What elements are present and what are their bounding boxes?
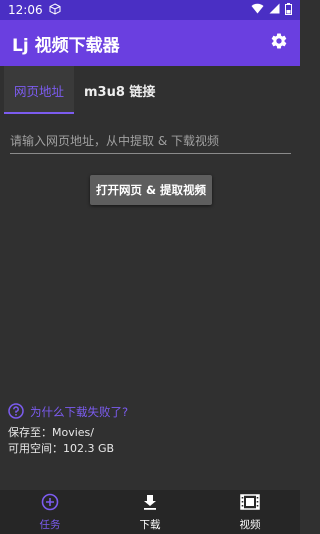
tab-label: m3u8 链接 [84, 84, 156, 100]
nav-label: 下载 [139, 518, 161, 531]
battery-icon [285, 2, 292, 18]
url-input[interactable] [10, 132, 291, 154]
nav-downloads[interactable]: 下载 [100, 490, 200, 534]
nav-videos[interactable]: 视频 [200, 490, 300, 534]
nav-tasks[interactable]: 任务 [0, 490, 100, 534]
status-time: 12:06 [8, 3, 43, 17]
settings-button[interactable] [268, 32, 290, 54]
nav-label: 任务 [39, 518, 61, 531]
tab-bar: 网页地址 m3u8 链接 [0, 66, 300, 114]
tab-web-url[interactable]: 网页地址 [4, 66, 75, 114]
nav-label: 视频 [239, 518, 261, 531]
free-space-text: 可用空间：102.3 GB [8, 442, 115, 455]
film-icon [240, 493, 260, 515]
tab-label: 网页地址 [14, 83, 65, 99]
signal-icon [269, 3, 280, 17]
help-label: 为什么下载失败了? [30, 405, 129, 419]
help-circle-icon [8, 402, 24, 422]
save-location-text: 保存至：Movies/ [8, 426, 94, 439]
app-bar: Lj 视频下载器 [0, 20, 300, 66]
cube-icon [49, 2, 61, 18]
tab-m3u8-link[interactable]: m3u8 链接 [74, 66, 165, 114]
download-icon [141, 493, 159, 515]
help-link[interactable]: 为什么下载失败了? [8, 402, 128, 422]
bottom-navigation: 任务 下载 视频 [0, 490, 300, 534]
open-page-extract-button[interactable]: 打开网页 & 提取视频 [90, 175, 212, 205]
wifi-icon [251, 3, 264, 17]
gear-icon [270, 32, 288, 54]
app-title: Lj 视频下载器 [12, 35, 120, 56]
add-circle-icon [41, 493, 59, 515]
status-bar: 12:06 [0, 0, 300, 20]
